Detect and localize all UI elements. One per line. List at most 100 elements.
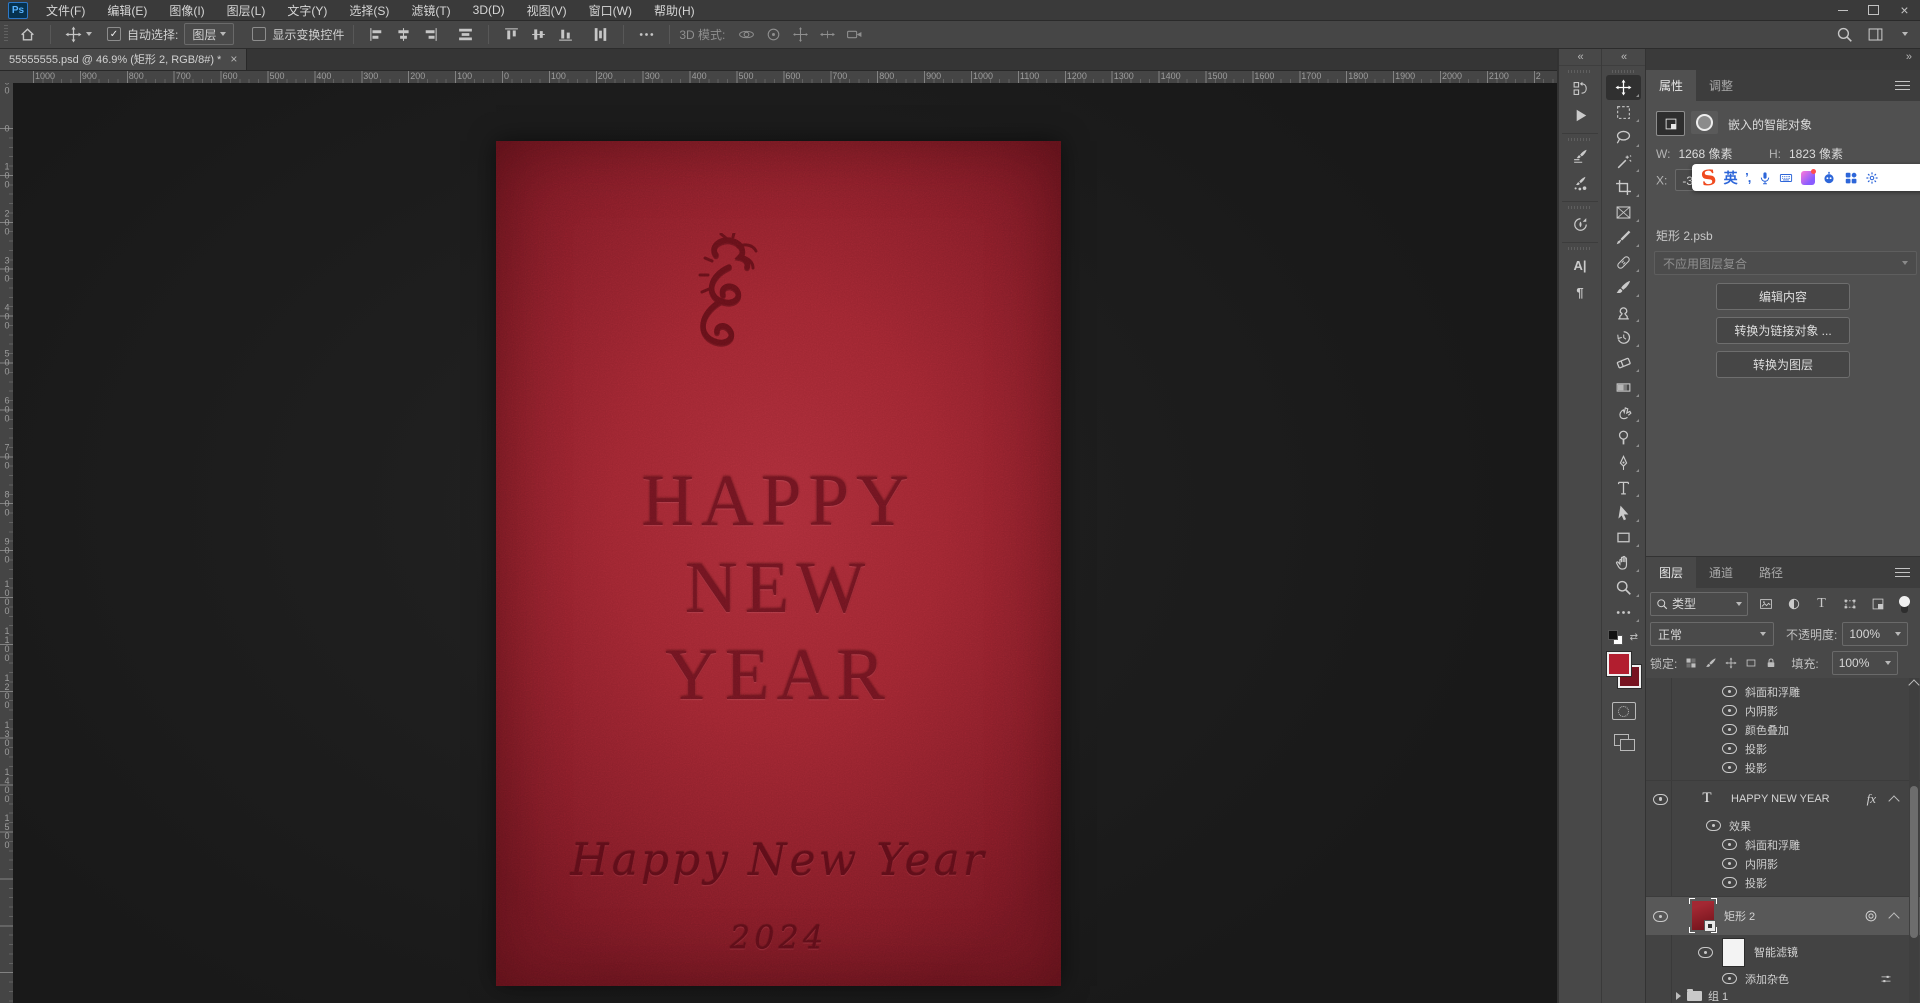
rectangular-marquee-tool[interactable] bbox=[1606, 100, 1641, 125]
scrollbar-thumb[interactable] bbox=[1910, 786, 1918, 938]
align-left-button[interactable] bbox=[363, 26, 390, 43]
object-selection-tool[interactable] bbox=[1606, 150, 1641, 175]
move-tool[interactable] bbox=[1606, 75, 1641, 100]
smart-filters-label[interactable]: 智能滤镜 bbox=[1754, 944, 1798, 960]
visibility-eye-icon[interactable] bbox=[1706, 820, 1721, 831]
opacity-dropdown[interactable]: 100% bbox=[1842, 622, 1909, 646]
tab-adjustments[interactable]: 调整 bbox=[1696, 70, 1746, 101]
filter-blending-options-button[interactable] bbox=[1880, 973, 1892, 985]
menu-file[interactable]: 文件(F) bbox=[35, 0, 96, 20]
panel-menu-icon[interactable] bbox=[1895, 81, 1910, 90]
height-field[interactable]: H: 1823 像素 bbox=[1769, 145, 1843, 162]
rotate-view-panel-button[interactable] bbox=[1559, 211, 1601, 238]
hand-tool[interactable] bbox=[1606, 550, 1641, 575]
options-grip-handle[interactable] bbox=[4, 25, 8, 43]
smart-filter-mask-thumbnail[interactable] bbox=[1723, 939, 1744, 966]
distribute-vertical-button[interactable] bbox=[587, 26, 614, 43]
frame-tool[interactable] bbox=[1606, 200, 1641, 225]
swap-colors-button[interactable]: ⇄ bbox=[1630, 632, 1638, 643]
gradient-tool[interactable] bbox=[1606, 375, 1641, 400]
tab-paths[interactable]: 路径 bbox=[1746, 557, 1796, 588]
visibility-eye-icon[interactable] bbox=[1698, 947, 1713, 958]
layer-comp-dropdown[interactable]: 不应用图层复合 bbox=[1654, 251, 1917, 275]
ime-voice-button[interactable] bbox=[1758, 171, 1772, 185]
home-button[interactable] bbox=[14, 26, 41, 43]
document-tab[interactable]: 55555555.psd @ 46.9% (矩形 2, RGB/8#) * × bbox=[0, 48, 248, 70]
auto-select-target-dropdown[interactable]: 图层 bbox=[184, 23, 235, 45]
align-right-button[interactable] bbox=[417, 26, 444, 43]
brushes-panel-button[interactable] bbox=[1559, 170, 1601, 197]
clone-stamp-tool[interactable] bbox=[1606, 300, 1641, 325]
collapse-toolbar-button[interactable]: « bbox=[1602, 48, 1645, 66]
foreground-color-swatch[interactable] bbox=[1606, 652, 1631, 676]
layers-scrollbar[interactable] bbox=[1909, 678, 1919, 1003]
paragraph-panel-button[interactable]: ¶ bbox=[1559, 279, 1601, 306]
tab-layers[interactable]: 图层 bbox=[1646, 557, 1697, 588]
menu-3d[interactable]: 3D(D) bbox=[462, 0, 516, 20]
collapse-dock-button[interactable]: » bbox=[1906, 51, 1912, 63]
lock-all-button[interactable] bbox=[1765, 657, 1777, 669]
visibility-eye-icon[interactable] bbox=[1722, 762, 1737, 773]
collapse-effects-chevron[interactable] bbox=[1888, 912, 1900, 924]
lock-pixels-button[interactable] bbox=[1705, 657, 1717, 669]
tab-properties[interactable]: 属性 bbox=[1646, 70, 1697, 101]
strip-grip-handle[interactable] bbox=[1568, 70, 1592, 73]
pen-tool[interactable] bbox=[1606, 450, 1641, 475]
visibility-eye-icon[interactable] bbox=[1653, 911, 1668, 922]
filter-type-layers-button[interactable]: T bbox=[1811, 596, 1832, 612]
auto-select-checkbox[interactable]: ✓ bbox=[107, 27, 121, 41]
visibility-eye-icon[interactable] bbox=[1653, 793, 1668, 805]
layer-thumbnail[interactable] bbox=[1689, 898, 1717, 933]
filter-smart-objects-button[interactable] bbox=[1867, 597, 1888, 611]
sogou-logo-icon[interactable]: S bbox=[1699, 164, 1718, 191]
workspace-switcher-button[interactable] bbox=[1867, 26, 1884, 43]
layer-effect-row[interactable]: 内阴影 bbox=[1646, 701, 1920, 720]
crop-tool[interactable] bbox=[1606, 175, 1641, 200]
fill-dropdown[interactable]: 100% bbox=[1831, 651, 1898, 675]
visibility-eye-icon[interactable] bbox=[1722, 858, 1737, 869]
layer-effect-row[interactable]: 斜面和浮雕 bbox=[1646, 682, 1920, 701]
rectangle-shape-tool[interactable] bbox=[1606, 525, 1641, 550]
fx-badge[interactable]: fx bbox=[1867, 791, 1876, 807]
strip-grip-handle[interactable] bbox=[1568, 138, 1592, 141]
text-layer-thumbnail[interactable]: T bbox=[1698, 789, 1716, 809]
visibility-eye-icon[interactable] bbox=[1722, 973, 1737, 984]
group-name[interactable]: 组 1 bbox=[1708, 988, 1728, 1003]
smart-filters-badge[interactable] bbox=[1864, 909, 1878, 923]
distribute-horizontal-button[interactable] bbox=[452, 26, 479, 43]
group-layer-row[interactable]: 组 1 bbox=[1646, 988, 1920, 1003]
zoom-tool[interactable] bbox=[1606, 575, 1641, 600]
3d-slide-button[interactable] bbox=[814, 26, 841, 43]
align-bottom-button[interactable] bbox=[552, 26, 579, 43]
3d-camera-button[interactable] bbox=[841, 26, 868, 43]
smart-object-layer-row[interactable]: 矩形 2 bbox=[1646, 896, 1920, 935]
tab-close-button[interactable]: × bbox=[230, 52, 237, 66]
layer-effect-row[interactable]: 斜面和浮雕 bbox=[1646, 835, 1920, 854]
layer-effect-row[interactable]: 颜色叠加 bbox=[1646, 720, 1920, 739]
visibility-eye-icon[interactable] bbox=[1722, 877, 1737, 888]
layer-name[interactable]: 矩形 2 bbox=[1724, 908, 1755, 924]
align-center-horizontal-button[interactable] bbox=[390, 26, 417, 43]
convert-to-linked-button[interactable]: 转换为链接对象 ... bbox=[1716, 317, 1850, 344]
default-colors-button[interactable] bbox=[1609, 631, 1622, 644]
ime-settings-button[interactable] bbox=[1865, 171, 1879, 185]
ime-toolbox-button[interactable] bbox=[1844, 171, 1858, 185]
more-align-options-button[interactable] bbox=[633, 26, 660, 43]
blend-mode-dropdown[interactable]: 正常 bbox=[1650, 622, 1774, 646]
ruler-top[interactable]: 1000 900 800 700 600 500 400 300 200 100 0 100 200 30… bbox=[13, 70, 1557, 84]
lock-transparency-button[interactable] bbox=[1685, 657, 1697, 669]
quick-mask-button[interactable] bbox=[1611, 702, 1636, 720]
search-button[interactable] bbox=[1836, 26, 1853, 43]
menu-image[interactable]: 图像(I) bbox=[158, 0, 215, 20]
type-tool[interactable] bbox=[1606, 475, 1641, 500]
ime-language-toggle[interactable]: 英 bbox=[1724, 168, 1738, 188]
strip-grip-handle[interactable] bbox=[1568, 206, 1592, 209]
layer-effect-row[interactable]: 内阴影 bbox=[1646, 854, 1920, 873]
dodge-tool[interactable] bbox=[1606, 425, 1641, 450]
align-top-button[interactable] bbox=[498, 26, 525, 43]
minimize-button[interactable] bbox=[1827, 0, 1858, 20]
3d-roll-button[interactable] bbox=[760, 26, 787, 43]
menu-edit[interactable]: 编辑(E) bbox=[96, 0, 158, 20]
expand-group-chevron[interactable] bbox=[1676, 992, 1681, 1000]
character-panel-button[interactable]: A| bbox=[1559, 252, 1601, 279]
